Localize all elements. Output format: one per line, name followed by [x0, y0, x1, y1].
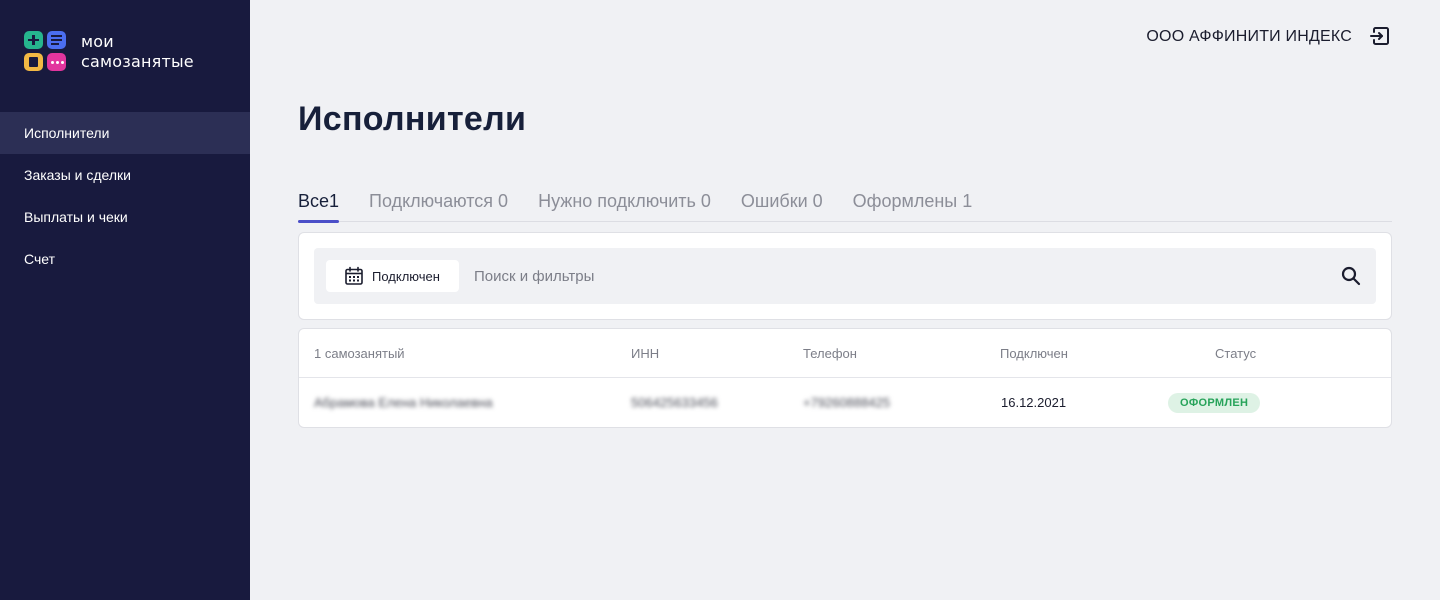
sidebar-item-label: Счет: [24, 251, 55, 267]
sidebar-item-account[interactable]: Счет: [0, 238, 250, 280]
tab-need-connect[interactable]: Нужно подключить 0: [538, 188, 711, 222]
tab-registered[interactable]: Оформлены 1: [853, 188, 973, 222]
sidebar-item-label: Выплаты и чеки: [24, 209, 128, 225]
search-input[interactable]: [474, 262, 1314, 290]
column-header-name[interactable]: 1 самозанятый: [314, 346, 405, 361]
column-header-status[interactable]: Статус: [1215, 346, 1256, 361]
sidebar: мои самозанятые Исполнители Заказы и сде…: [0, 0, 250, 600]
filter-bar: Подключен: [314, 248, 1376, 304]
logo-text: мои самозанятые: [81, 32, 194, 72]
cell-inn: 506425633456: [631, 395, 718, 410]
cell-name: Абрамова Елена Николаевна: [314, 395, 493, 410]
sidebar-item-label: Исполнители: [24, 125, 110, 141]
filter-card: Подключен: [298, 232, 1392, 320]
logo-line-2: самозанятые: [81, 52, 194, 71]
sidebar-item-label: Заказы и сделки: [24, 167, 131, 183]
status-tabs: Все1 Подключаются 0 Нужно подключить 0 О…: [298, 188, 1392, 223]
column-header-inn[interactable]: ИНН: [631, 346, 659, 361]
sidebar-item-performers[interactable]: Исполнители: [0, 112, 250, 154]
search-icon[interactable]: [1340, 265, 1362, 287]
app-logo[interactable]: мои самозанятые: [24, 31, 194, 73]
calendar-icon: [345, 266, 363, 285]
cell-phone: +79260888425: [803, 395, 891, 410]
sidebar-item-payouts[interactable]: Выплаты и чеки: [0, 196, 250, 238]
page-title: Исполнители: [298, 100, 527, 138]
company-name[interactable]: ООО АФФИНИТИ ИНДЕКС: [1146, 27, 1352, 47]
tab-connecting[interactable]: Подключаются 0: [369, 188, 508, 222]
sidebar-item-orders[interactable]: Заказы и сделки: [0, 154, 250, 196]
column-header-phone[interactable]: Телефон: [803, 346, 857, 361]
logout-icon[interactable]: [1369, 25, 1391, 47]
tab-errors[interactable]: Ошибки 0: [741, 188, 823, 222]
cell-connected: 16.12.2021: [1001, 395, 1067, 410]
performers-table: 1 самозанятый ИНН Телефон Подключен Стат…: [298, 328, 1392, 428]
date-filter-label: Подключен: [372, 268, 440, 284]
table-row[interactable]: Абрамова Елена Николаевна 506425633456 +…: [299, 378, 1391, 428]
table-header: 1 самозанятый ИНН Телефон Подключен Стат…: [299, 329, 1391, 378]
column-header-connected[interactable]: Подключен: [1000, 346, 1068, 361]
date-filter-chip[interactable]: Подключен: [326, 260, 459, 292]
sidebar-nav: Исполнители Заказы и сделки Выплаты и че…: [0, 112, 250, 280]
logo-mark-icon: [24, 31, 69, 73]
status-badge: ОФОРМЛЕН: [1168, 393, 1261, 413]
tab-all[interactable]: Все1: [298, 188, 340, 223]
logo-line-1: мои: [81, 32, 114, 51]
